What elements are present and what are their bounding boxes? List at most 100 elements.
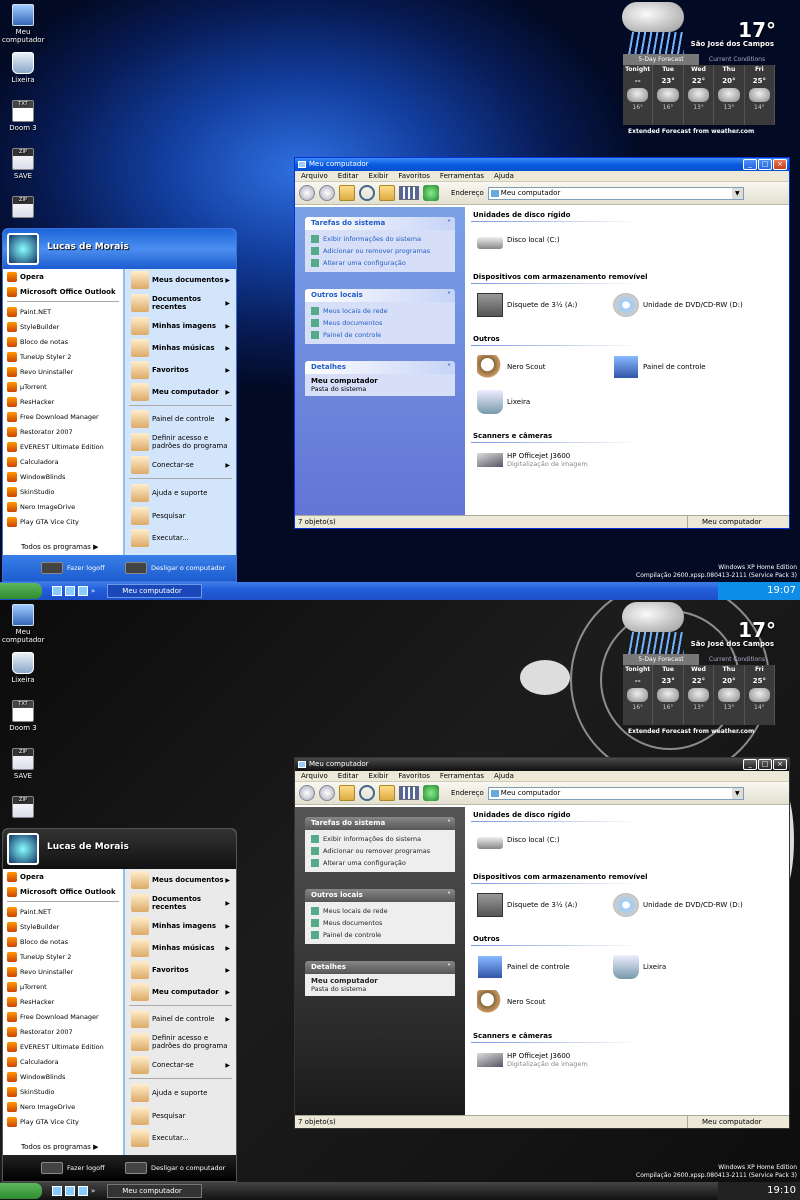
help-and-support[interactable]: Ajuda e suporte [125, 481, 236, 505]
favorites[interactable]: Favoritos ▶ [125, 359, 236, 381]
place-link[interactable]: Painel de controle [311, 929, 449, 941]
recent-documents[interactable]: Documentos recentes ▶ [125, 291, 236, 315]
tab-current-conditions[interactable]: Current Conditions [699, 54, 775, 65]
address-bar[interactable]: Meu computador ▼ [487, 186, 744, 200]
window-titlebar[interactable]: Meu computador _ □ × [295, 158, 789, 171]
task-link[interactable]: Exibir informações do sistema [311, 833, 449, 845]
back-icon[interactable] [299, 185, 315, 201]
menu-exibir[interactable]: Exibir [369, 171, 389, 181]
control-panel[interactable]: Painel de controle ▶ [125, 408, 236, 430]
show-desktop-icon[interactable] [52, 586, 62, 596]
program-item[interactable]: µTorrent [3, 979, 123, 994]
item-local-disk[interactable]: Disco local (C:) [477, 231, 560, 249]
forward-icon[interactable] [319, 785, 335, 801]
program-item[interactable]: SkinStudio [3, 1084, 123, 1099]
my-computer[interactable]: Meu computador ▶ [125, 981, 236, 1003]
item-control-panel[interactable]: Painel de controle [477, 955, 570, 979]
desktop-icon-zip[interactable] [2, 196, 44, 220]
program-item[interactable]: Paint.NET [3, 304, 123, 319]
taskbar-button-my-computer[interactable]: Meu computador [107, 1184, 203, 1198]
sync-icon[interactable] [423, 785, 439, 801]
shutdown-button[interactable]: Desligar o computador [125, 1162, 225, 1174]
explorer-window[interactable]: Meu computador _ □ × Arquivo Editar Exibir Fa… [294, 157, 790, 529]
program-item[interactable]: TuneUp Styler 2 [3, 349, 123, 364]
item-dvd[interactable]: Unidade de DVD/CD-RW (D:) [613, 893, 743, 917]
task-link[interactable]: Adicionar ou remover programas [311, 845, 449, 857]
media-icon[interactable] [78, 1186, 88, 1196]
program-item[interactable]: Opera [3, 269, 123, 284]
item-floppy[interactable]: Disquete de 3½ (A:) [477, 893, 577, 917]
place-link[interactable]: Meus documentos [311, 917, 449, 929]
program-item[interactable]: Opera [3, 869, 123, 884]
up-folder-icon[interactable] [339, 185, 355, 201]
desktop-icon-zip[interactable] [2, 796, 44, 820]
program-item[interactable]: EVEREST Ultimate Edition [3, 439, 123, 454]
task-link[interactable]: Adicionar ou remover programas [311, 245, 449, 257]
program-item[interactable]: SkinStudio [3, 484, 123, 499]
my-documents[interactable]: Meus documentos ▶ [125, 869, 236, 891]
tab-current-conditions[interactable]: Current Conditions [699, 654, 775, 665]
folders-icon[interactable] [379, 185, 395, 201]
views-icon[interactable] [399, 186, 419, 200]
program-item[interactable]: Microsoft Office Outlook [3, 884, 123, 899]
menu-ferramentas[interactable]: Ferramentas [440, 171, 484, 181]
search[interactable]: Pesquisar [125, 1105, 236, 1127]
folders-icon[interactable] [379, 785, 395, 801]
weather-gadget[interactable]: 17° São José dos Campos 5-Day Forecast Cu… [620, 600, 778, 748]
favorites[interactable]: Favoritos ▶ [125, 959, 236, 981]
views-icon[interactable] [399, 786, 419, 800]
menu-ajuda[interactable]: Ajuda [494, 171, 514, 181]
item-recycle-bin[interactable]: Lixeira [477, 390, 530, 414]
logoff-button[interactable]: Fazer logoff [41, 1162, 105, 1174]
program-item[interactable]: WindowBlinds [3, 1069, 123, 1084]
program-item[interactable]: TuneUp Styler 2 [3, 949, 123, 964]
program-item[interactable]: StyleBuilder [3, 319, 123, 334]
media-icon[interactable] [78, 586, 88, 596]
desktop-icon-recycle-bin[interactable]: Lixeira [2, 52, 44, 84]
run[interactable]: Executar... [125, 1127, 236, 1149]
desktop-icon-save[interactable]: SAVE [2, 148, 44, 180]
my-computer[interactable]: Meu computador ▶ [125, 381, 236, 403]
close-button[interactable]: × [773, 159, 787, 170]
help-and-support[interactable]: Ajuda e suporte [125, 1081, 236, 1105]
maximize-button[interactable]: □ [758, 159, 772, 170]
item-printer[interactable]: HP Officejet J3600 Digitalização de image… [477, 452, 588, 468]
show-desktop-icon[interactable] [52, 1186, 62, 1196]
all-programs-button[interactable]: Todos os programas ▶ [21, 1143, 99, 1151]
weather-footer-link[interactable]: Extended Forecast from weather.com [628, 128, 754, 135]
task-link[interactable]: Exibir informações do sistema [311, 233, 449, 245]
program-item[interactable]: Play GTA Vice City [3, 514, 123, 529]
panel-header[interactable]: Tarefas do sistema [305, 217, 455, 230]
sync-icon[interactable] [423, 185, 439, 201]
item-recycle-bin[interactable]: Lixeira [613, 955, 666, 979]
my-music[interactable]: Minhas músicas ▶ [125, 337, 236, 359]
desktop-icon-my-computer[interactable]: Meu computador [2, 604, 44, 644]
chevron-down-icon[interactable]: ▼ [731, 787, 743, 799]
program-item[interactable]: Paint.NET [3, 904, 123, 919]
my-documents[interactable]: Meus documentos ▶ [125, 269, 236, 291]
item-control-panel[interactable]: Painel de controle [613, 355, 706, 379]
program-item[interactable]: Restorator 2007 [3, 1024, 123, 1039]
desktop-icon-my-computer[interactable]: Meu computador [2, 4, 44, 44]
search-icon[interactable] [359, 185, 375, 201]
menu-favoritos[interactable]: Favoritos [398, 171, 430, 181]
program-item[interactable]: Restorator 2007 [3, 424, 123, 439]
menu-ferramentas[interactable]: Ferramentas [440, 771, 484, 781]
program-item[interactable]: Calculadora [3, 454, 123, 469]
my-music[interactable]: Minhas músicas ▶ [125, 937, 236, 959]
item-dvd[interactable]: Unidade de DVD/CD-RW (D:) [613, 293, 743, 317]
up-folder-icon[interactable] [339, 785, 355, 801]
program-item[interactable]: Free Download Manager [3, 409, 123, 424]
program-item[interactable]: Microsoft Office Outlook [3, 284, 123, 299]
item-local-disk[interactable]: Disco local (C:) [477, 831, 560, 849]
panel-header[interactable]: Detalhes [305, 361, 455, 374]
program-item[interactable]: StyleBuilder [3, 919, 123, 934]
connect-to[interactable]: Conectar-se ▶ [125, 454, 236, 476]
recent-documents[interactable]: Documentos recentes ▶ [125, 891, 236, 915]
panel-header[interactable]: Outros locais [305, 289, 455, 302]
program-item[interactable]: ResHacker [3, 394, 123, 409]
tab-5-day-forecast[interactable]: 5-Day Forecast [623, 54, 699, 65]
program-item[interactable]: µTorrent [3, 379, 123, 394]
chevron-down-icon[interactable]: ▼ [731, 187, 743, 199]
program-item[interactable]: EVEREST Ultimate Edition [3, 1039, 123, 1054]
